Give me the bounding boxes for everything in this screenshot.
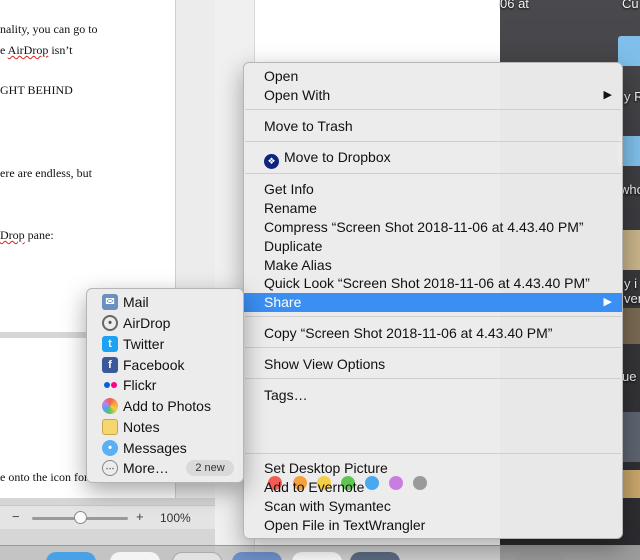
dock-app-icon[interactable] — [350, 552, 400, 560]
more-icon: ⋯ — [102, 460, 118, 476]
menu-item-open-in-textwrangler[interactable]: Open File in TextWrangler — [244, 516, 622, 535]
menu-separator — [245, 378, 621, 379]
menu-item-label: Open With — [264, 87, 331, 103]
share-item-notes[interactable]: Notes — [87, 417, 243, 437]
menu-item-compress[interactable]: Compress “Screen Shot 2018-11-06 at 4.43… — [244, 218, 622, 237]
share-item-mail[interactable]: ✉ Mail — [87, 292, 243, 312]
twitter-icon: t — [102, 336, 118, 352]
zoom-slider-knob[interactable] — [74, 511, 87, 524]
desktop-file-label[interactable]: 06 at — [500, 0, 529, 11]
share-item-messages[interactable]: • Messages — [87, 438, 243, 458]
notes-icon — [102, 419, 118, 435]
dock-app-icon[interactable] — [515, 552, 565, 560]
desktop-file-label[interactable]: Cu — [622, 0, 639, 11]
share-item-label: Add to Photos — [123, 398, 211, 414]
desktop-thumbnail[interactable] — [620, 308, 640, 344]
desktop-thumbnail[interactable] — [620, 470, 640, 498]
desktop-thumbnail[interactable] — [620, 230, 640, 270]
facebook-icon: f — [102, 357, 118, 373]
menu-separator — [245, 347, 621, 348]
menu-separator — [245, 453, 621, 454]
share-item-label: Flickr — [123, 377, 157, 393]
folder-icon[interactable] — [618, 36, 640, 66]
dropbox-icon: ❖ — [264, 154, 279, 169]
desktop-thumbnail[interactable] — [620, 412, 640, 462]
menu-separator — [245, 173, 621, 174]
share-item-more[interactable]: ⋯ More… 2 new — [87, 458, 243, 478]
document-text-line: e AirDrop isn’t — [0, 43, 72, 58]
share-item-add-to-photos[interactable]: Add to Photos — [87, 396, 243, 416]
menu-item-duplicate[interactable]: Duplicate — [244, 237, 622, 256]
document-status-bar: − + 100% — [0, 505, 215, 529]
share-item-label: Messages — [123, 440, 187, 456]
desktop-file-label[interactable]: y R — [624, 89, 640, 104]
submenu-arrow-icon: ▶ — [603, 89, 612, 101]
menu-item-label: Move to Dropbox — [284, 149, 391, 165]
zoom-in-button[interactable]: + — [136, 509, 144, 524]
menu-item-rename[interactable]: Rename — [244, 199, 622, 218]
menu-item-make-alias[interactable]: Make Alias — [244, 256, 622, 275]
share-item-label: Mail — [123, 294, 149, 310]
menu-item-set-desktop-picture[interactable]: Set Desktop Picture — [244, 459, 622, 478]
dock-app-icon[interactable] — [232, 552, 282, 560]
photos-icon — [102, 398, 118, 414]
document-text-line: GHT BEHIND — [0, 83, 73, 97]
zoom-level: 100% — [160, 511, 191, 525]
menu-item-open[interactable]: Open — [244, 67, 622, 86]
share-item-label: Facebook — [123, 357, 185, 373]
desktop-file-label[interactable]: ue — [622, 369, 636, 384]
menu-item-open-with[interactable]: Open With ▶ — [244, 86, 622, 105]
menu-item-show-view-options[interactable]: Show View Options — [244, 355, 622, 374]
document-text-line: Drop pane: — [0, 228, 54, 242]
share-item-label: AirDrop — [123, 315, 171, 331]
menu-item-copy[interactable]: Copy “Screen Shot 2018-11-06 at 4.43.40 … — [244, 324, 622, 343]
submenu-arrow-icon: ▶ — [603, 296, 612, 308]
flickr-icon — [102, 377, 118, 393]
desktop-file-label[interactable]: ver — [624, 291, 640, 306]
mail-icon: ✉ — [102, 294, 118, 310]
messages-icon: • — [102, 440, 118, 456]
document-text-fragment: e AirDrop isn’t — [0, 43, 73, 57]
dock-app-icon[interactable] — [46, 552, 96, 560]
dock-app-icon[interactable] — [110, 552, 160, 560]
share-item-label: Notes — [123, 419, 160, 435]
zoom-out-button[interactable]: − — [12, 509, 20, 524]
desktop-file-label[interactable]: y i — [624, 276, 637, 291]
menu-separator — [245, 141, 621, 142]
share-item-airdrop[interactable]: • AirDrop — [87, 313, 243, 333]
menu-item-label: Share — [264, 294, 302, 310]
menu-item-move-to-dropbox[interactable]: ❖ Move to Dropbox — [244, 148, 622, 169]
share-submenu: ✉ Mail • AirDrop t Twitter f Facebook Fl… — [86, 288, 244, 483]
document-text-line: e onto the icon for — [0, 470, 88, 484]
share-item-facebook[interactable]: f Facebook — [87, 355, 243, 375]
document-text-line: nality, you can go to — [0, 22, 98, 36]
menu-item-scan-with-symantec[interactable]: Scan with Symantec — [244, 497, 622, 516]
desktop-file-label[interactable]: who — [620, 182, 640, 197]
menu-separator — [245, 316, 621, 317]
context-menu: Open Open With ▶ Move to Trash ❖ Move to … — [243, 62, 623, 539]
share-item-label: Twitter — [123, 336, 165, 352]
menu-item-share[interactable]: Share ▶ — [244, 293, 622, 312]
menu-item-tags[interactable]: Tags… — [244, 386, 622, 405]
share-item-flickr[interactable]: Flickr — [87, 375, 243, 395]
menu-item-quick-look[interactable]: Quick Look “Screen Shot 2018-11-06 at 4.… — [244, 274, 622, 293]
menu-item-get-info[interactable]: Get Info — [244, 180, 622, 199]
menu-separator — [245, 109, 621, 110]
share-item-twitter[interactable]: t Twitter — [87, 334, 243, 354]
share-item-label: More… — [123, 460, 169, 476]
menu-item-add-to-evernote[interactable]: Add to Evernote — [244, 478, 622, 497]
menu-item-move-to-trash[interactable]: Move to Trash — [244, 117, 622, 136]
dock-app-icon[interactable] — [292, 552, 342, 560]
airdrop-icon: • — [102, 315, 118, 331]
dock-app-icon[interactable] — [172, 552, 222, 560]
document-text-line: ere are endless, but — [0, 166, 92, 180]
new-extensions-badge: 2 new — [186, 460, 234, 476]
